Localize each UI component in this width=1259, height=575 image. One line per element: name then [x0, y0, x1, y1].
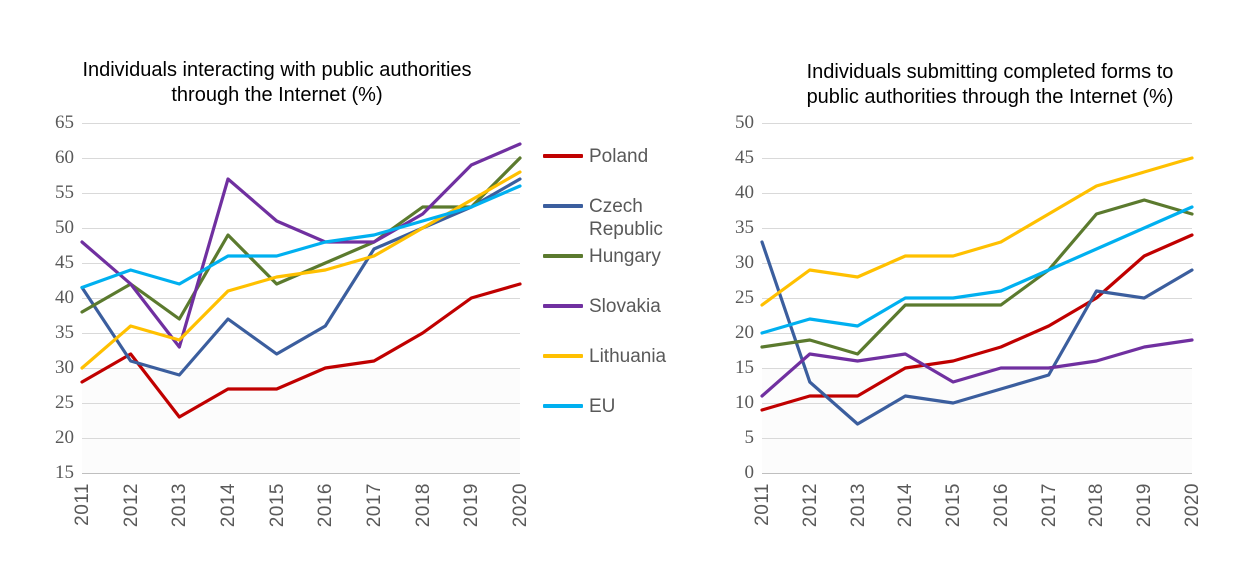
y-axis-tick-label: 10: [735, 392, 754, 413]
legend-item-czech-republic[interactable]: Czech Republic: [543, 195, 663, 241]
x-axis-tick-label: 2016: [990, 483, 1012, 528]
series-line-slovakia: [760, 338, 1194, 398]
x-axis-tick-label: 2015: [943, 483, 965, 528]
legend-label: Slovakia: [589, 296, 661, 317]
x-axis-tick-label: 2017: [1038, 483, 1060, 528]
chart-title-submitting: Individuals submitting completed forms t…: [806, 61, 1174, 108]
legend-color-swatch: [543, 404, 583, 408]
x-axis-tick-label: 2019: [1134, 483, 1156, 528]
y-axis-tick-label: 15: [55, 462, 74, 483]
y-axis-tick-label: 50: [735, 112, 754, 133]
x-axis-tick-label: 2016: [315, 483, 337, 528]
series-lines-interacting: [80, 142, 522, 419]
legend-item-hungary[interactable]: Hungary: [543, 245, 661, 268]
series-line-slovakia: [80, 142, 522, 349]
x-axis-tick-label: 2015: [266, 483, 288, 528]
y-axis-tick-label: 35: [735, 217, 754, 238]
x-axis-tick-label: 2011: [72, 483, 93, 526]
series-line-lithuania: [760, 156, 1194, 307]
plot-area-interacting: [80, 123, 522, 474]
chart-panel-interacting: Individuals interacting with public auth…: [0, 0, 720, 575]
x-axis-tick-label: 2011: [752, 483, 773, 526]
x-axis-tick-label: 2013: [169, 483, 191, 528]
y-axis-tick-label: 35: [55, 322, 74, 343]
chart-title-interacting: Individuals interacting with public auth…: [82, 59, 472, 106]
x-axis-tick-label: 2014: [218, 483, 239, 528]
y-axis-tick-label: 30: [55, 357, 74, 378]
x-axis-tick-label: 2020: [1182, 483, 1203, 528]
series-line-hungary: [760, 198, 1194, 356]
legend-color-swatch: [543, 154, 583, 158]
x-axis-tick-label: 2012: [120, 483, 142, 528]
x-axis-tick-label: 2012: [799, 483, 821, 528]
legend-color-swatch: [543, 254, 583, 258]
legend-label: Czech Republic: [589, 196, 663, 240]
y-axis-tick-label: 25: [735, 287, 754, 308]
legend-color-swatch: [543, 354, 583, 358]
y-axis-tick-label: 40: [735, 182, 754, 203]
figure-root: Individuals interacting with public auth…: [0, 0, 1259, 575]
plot-area-submitting: [760, 123, 1194, 474]
y-axis-tick-label: 5: [744, 427, 755, 448]
legend-color-swatch: [543, 304, 583, 308]
y-axis-tick-label: 65: [55, 112, 74, 133]
legend-item-poland[interactable]: Poland: [543, 145, 648, 168]
legend-label: Poland: [589, 146, 649, 167]
y-axis-tick-label: 15: [735, 357, 754, 378]
x-axis-tick-label: 2020: [510, 483, 531, 528]
legend-color-swatch: [543, 204, 583, 208]
legend-item-lithuania[interactable]: Lithuania: [543, 345, 666, 368]
y-axis-tick-label: 45: [55, 252, 74, 273]
x-axis-line: [82, 473, 520, 474]
x-axis-tick-label: 2018: [1086, 483, 1108, 528]
y-axis-tick-label: 45: [735, 147, 754, 168]
legend-label: EU: [589, 396, 616, 417]
y-axis-tick-label: 20: [735, 322, 754, 343]
legend-label: Hungary: [589, 246, 661, 267]
y-axis-tick-label: 60: [55, 147, 74, 168]
x-axis-line: [762, 473, 1192, 474]
y-axis-tick-label: 30: [735, 252, 754, 273]
x-axis-tick-label: 2013: [847, 483, 869, 528]
legend-item-eu[interactable]: EU: [543, 395, 615, 418]
x-axis-tick-label: 2014: [895, 483, 917, 528]
y-axis-tick-label: 50: [55, 217, 74, 238]
legend-item-slovakia[interactable]: Slovakia: [543, 295, 661, 318]
x-axis-tick-label: 2018: [412, 483, 434, 528]
y-axis-tick-label: 20: [55, 427, 74, 448]
legend-label: Lithuania: [589, 346, 667, 367]
y-axis-tick-label: 0: [744, 462, 755, 483]
x-axis-tick-label: 2017: [364, 483, 385, 528]
y-axis-tick-label: 55: [55, 182, 74, 203]
x-axis-tick-label: 2019: [461, 483, 483, 528]
series-lines-submitting: [760, 156, 1194, 426]
y-axis-tick-label: 25: [55, 392, 74, 413]
y-axis-tick-label: 40: [55, 287, 74, 308]
